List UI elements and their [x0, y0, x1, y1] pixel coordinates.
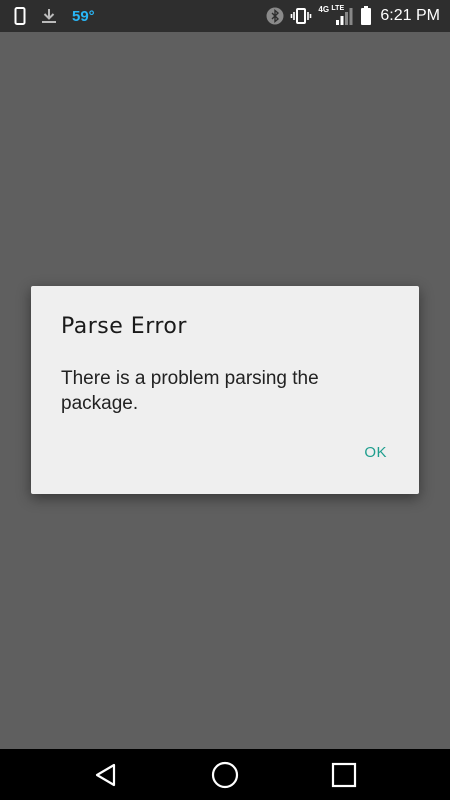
home-button[interactable] [185, 749, 265, 800]
status-bar-right: 4G LTE 6:21 PM [266, 0, 440, 32]
status-bar-left: 59° [14, 0, 95, 32]
status-bar: 59° 4G LTE 6:21 PM [0, 0, 450, 32]
4g-lte-signal-icon: 4G LTE [318, 5, 354, 27]
recents-button[interactable] [304, 749, 384, 800]
clock-text: 6:21 PM [380, 7, 440, 24]
home-icon [211, 761, 239, 789]
temperature-text: 59° [72, 7, 95, 25]
navigation-bar [0, 749, 450, 800]
download-icon [40, 7, 58, 25]
battery-icon [360, 6, 372, 26]
back-icon [93, 762, 119, 788]
phone-icon [14, 7, 26, 25]
vibrate-icon [290, 7, 312, 25]
dialog-message: There is a problem parsing the package. [61, 368, 319, 414]
bluetooth-icon [266, 7, 284, 25]
ok-button[interactable]: OK [364, 444, 387, 461]
back-button[interactable] [66, 749, 146, 800]
dialog-title: Parse Error [61, 314, 187, 339]
recents-icon [331, 762, 357, 788]
parse-error-dialog: Parse Error There is a problem parsing t… [31, 286, 419, 494]
